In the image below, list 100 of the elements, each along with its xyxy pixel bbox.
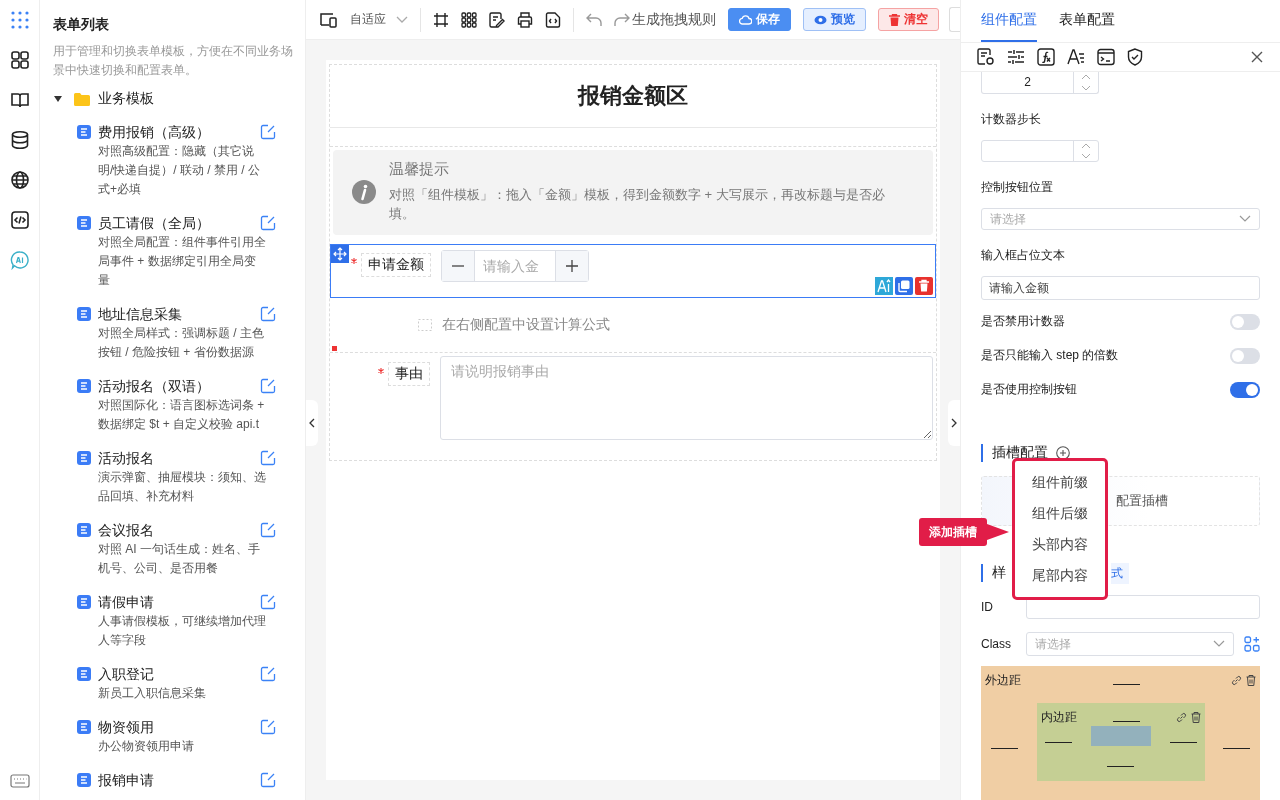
device-icon[interactable] bbox=[320, 11, 338, 28]
menu-item[interactable]: 头部内容 bbox=[1015, 529, 1105, 560]
undo-icon[interactable] bbox=[586, 12, 602, 27]
edit-icon[interactable] bbox=[260, 719, 276, 735]
book-icon[interactable] bbox=[9, 90, 30, 110]
close-icon[interactable] bbox=[1251, 51, 1263, 63]
expand-handle[interactable] bbox=[948, 400, 960, 446]
text-style-icon[interactable] bbox=[1067, 48, 1085, 66]
template-title[interactable]: 员工请假（全局） bbox=[98, 213, 266, 233]
edit-icon[interactable] bbox=[260, 450, 276, 466]
edit-icon[interactable] bbox=[260, 306, 276, 322]
toggle-switch[interactable] bbox=[1230, 347, 1260, 364]
copy-icon[interactable] bbox=[895, 277, 913, 295]
crop-icon[interactable] bbox=[433, 11, 449, 28]
id-input[interactable] bbox=[1026, 595, 1260, 619]
property-label: 计数器步长 bbox=[981, 111, 1042, 128]
edit-icon[interactable] bbox=[260, 215, 276, 231]
number-stepper[interactable]: 请输入金 bbox=[441, 250, 589, 282]
alert-text: 对照「组件模板」：拖入「金额」模板，得到金额数字 + 大写展示，再改标题与是否必填。 bbox=[389, 186, 886, 223]
field-label: ID bbox=[981, 600, 994, 614]
box-label: 外边距 bbox=[985, 672, 1021, 689]
chevron-left-icon bbox=[309, 418, 315, 428]
field-label: Class bbox=[981, 637, 1012, 651]
formula-icon bbox=[418, 319, 432, 331]
trash-icon[interactable] bbox=[1190, 712, 1201, 723]
form-item[interactable]: 申请金额 请输入金 bbox=[330, 244, 936, 298]
ai-chat-icon[interactable] bbox=[9, 250, 30, 270]
document-icon bbox=[77, 451, 91, 465]
callout-pointer bbox=[987, 524, 1009, 540]
file-code-icon[interactable] bbox=[545, 11, 561, 28]
delete-icon[interactable] bbox=[915, 277, 933, 295]
link-icon[interactable] bbox=[1175, 712, 1187, 723]
template-title[interactable]: 报销申请 bbox=[98, 770, 266, 790]
keyboard-icon[interactable] bbox=[9, 774, 30, 788]
template-title[interactable]: 物资领用 bbox=[98, 717, 266, 737]
template-description: 对照全局配置：组件事件引用全局事件 + 数据绑定引用全局变量 bbox=[98, 234, 266, 289]
sidebar-description: 用于管理和切换表单模板，方便在不同业务场景中快速切换和配置表单。 bbox=[53, 43, 294, 79]
grid-icon[interactable] bbox=[9, 50, 30, 70]
minus-icon[interactable] bbox=[442, 251, 474, 281]
print-icon[interactable] bbox=[517, 11, 533, 28]
template-title[interactable]: 会议报名 bbox=[98, 520, 266, 540]
template-title[interactable]: 请假申请 bbox=[98, 592, 266, 612]
template-description: 对照高级配置：隐藏（其它说明/快递自提）/ 联动 / 禁用 / 公式+必填 bbox=[98, 143, 261, 198]
menu-item[interactable]: 组件后缀 bbox=[1015, 498, 1105, 529]
template-title[interactable]: 入职登记 bbox=[98, 664, 266, 684]
link-icon[interactable] bbox=[1231, 675, 1242, 686]
shield-check-icon[interactable] bbox=[1127, 48, 1143, 66]
template-description: 人事请假模板，可继续增加代理人等字段 bbox=[98, 613, 266, 649]
toggle-switch[interactable] bbox=[1230, 313, 1260, 330]
template-description: 新员工入职信息采集 bbox=[98, 685, 207, 702]
reason-textarea[interactable]: 请说明报销事由 bbox=[440, 356, 933, 440]
globe-icon[interactable] bbox=[9, 170, 30, 190]
panel-tab[interactable]: 组件配置 bbox=[981, 0, 1037, 42]
text-input[interactable]: 请输入金额 bbox=[981, 276, 1260, 300]
edit-icon[interactable] bbox=[260, 594, 276, 610]
add-class-icon[interactable] bbox=[1244, 636, 1260, 652]
terminal-icon[interactable] bbox=[1097, 48, 1115, 66]
edit-document-icon[interactable] bbox=[489, 11, 505, 28]
device-select[interactable]: 自适应 bbox=[350, 11, 408, 28]
toggle-switch[interactable] bbox=[1230, 381, 1260, 398]
apps-icon[interactable] bbox=[9, 10, 30, 30]
sidebar-title: 表单列表 bbox=[53, 16, 110, 34]
document-icon bbox=[77, 773, 91, 787]
formula-hint: 在右侧配置中设置计算公式 bbox=[442, 316, 610, 334]
template-description: 办公物资领用申请 bbox=[98, 738, 195, 755]
template-description: 对照 AI 一句话生成：姓名、手机号、公司、是否用餐 bbox=[98, 541, 261, 577]
document-icon bbox=[77, 720, 91, 734]
move-handle-icon[interactable] bbox=[331, 245, 349, 263]
edit-icon[interactable] bbox=[260, 772, 276, 788]
form-settings-icon[interactable] bbox=[977, 48, 995, 66]
function-icon[interactable] bbox=[1037, 48, 1055, 66]
folder-item[interactable]: 业务模板 bbox=[53, 90, 305, 108]
toolbar-button[interactable]: 预览 bbox=[803, 8, 866, 31]
sliders-icon[interactable] bbox=[1007, 48, 1025, 66]
edit-icon[interactable] bbox=[260, 124, 276, 140]
trash-icon[interactable] bbox=[1246, 675, 1256, 686]
amount-input[interactable]: 请输入金 bbox=[474, 251, 556, 281]
edit-icon[interactable] bbox=[260, 666, 276, 682]
grid-icon[interactable] bbox=[461, 11, 477, 28]
template-title[interactable]: 地址信息采集 bbox=[98, 304, 266, 324]
template-title[interactable]: 活动报名（双语） bbox=[98, 376, 266, 396]
database-icon[interactable] bbox=[9, 130, 30, 150]
ai-icon[interactable] bbox=[875, 277, 893, 295]
redo-icon[interactable] bbox=[614, 12, 630, 27]
plus-icon[interactable] bbox=[556, 251, 588, 281]
edit-icon[interactable] bbox=[260, 522, 276, 538]
document-icon bbox=[77, 216, 91, 230]
template-title[interactable]: 活动报名 bbox=[98, 448, 266, 468]
menu-item[interactable]: 尾部内容 bbox=[1015, 560, 1105, 591]
style-tag[interactable]: 式 bbox=[1111, 562, 1129, 584]
generate-rules-button[interactable]: 生成拖拽规则 bbox=[632, 10, 716, 29]
collapse-handle[interactable] bbox=[306, 400, 318, 446]
code-icon[interactable] bbox=[9, 210, 30, 230]
template-title[interactable]: 费用报销（高级） bbox=[98, 122, 266, 142]
edit-icon[interactable] bbox=[260, 378, 276, 394]
cloud-icon bbox=[739, 14, 752, 25]
add-icon[interactable] bbox=[1056, 446, 1070, 460]
eye-icon bbox=[814, 14, 827, 25]
switch-label: 是否只能输入 step 的倍数 bbox=[981, 347, 1119, 364]
panel-tab[interactable]: 表单配置 bbox=[1059, 0, 1115, 42]
